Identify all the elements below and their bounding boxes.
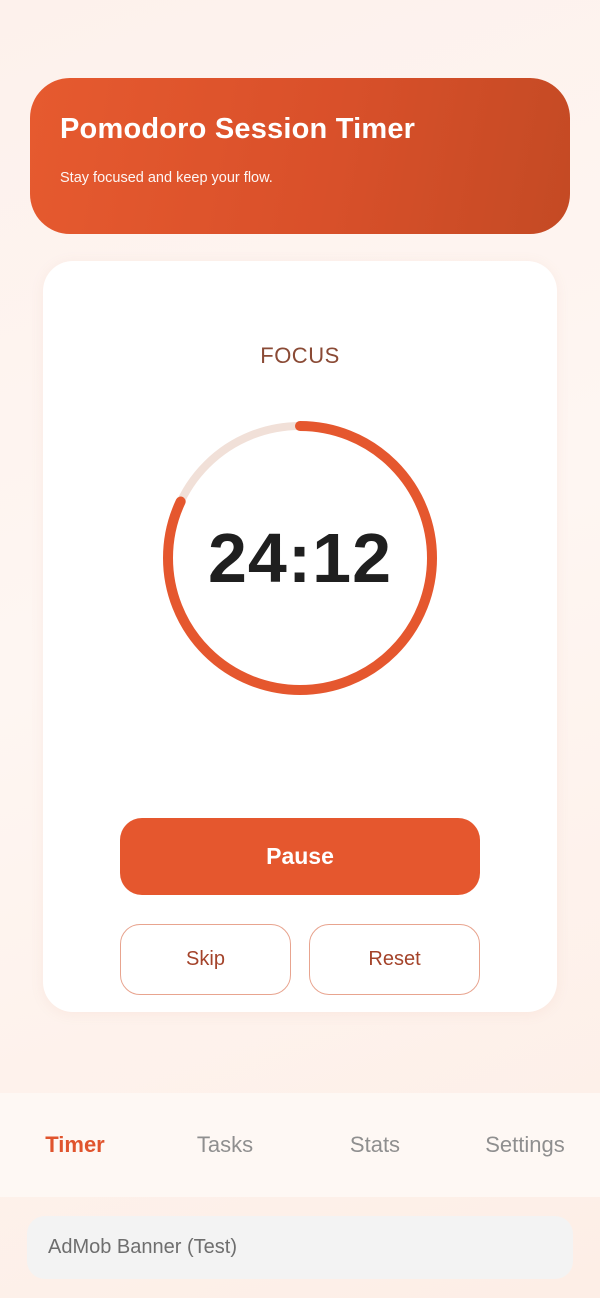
reset-button[interactable]: Reset (309, 924, 480, 995)
tab-timer[interactable]: Timer (0, 1093, 150, 1197)
ad-banner[interactable]: AdMob Banner (Test) (27, 1216, 573, 1279)
timer-mode-label: FOCUS (260, 343, 340, 368)
timer-card: FOCUS 24:12 Pause Skip Reset (43, 261, 557, 1012)
tab-settings[interactable]: Settings (450, 1093, 600, 1197)
timer-progress-ring: 24:12 (160, 418, 440, 698)
tab-tasks[interactable]: Tasks (150, 1093, 300, 1197)
skip-button[interactable]: Skip (120, 924, 291, 995)
page-title: Pomodoro Session Timer (60, 113, 416, 145)
bottom-tab-bar: Timer Tasks Stats Settings (0, 1093, 600, 1197)
header-card: Pomodoro Session Timer Stay focused and … (30, 78, 570, 234)
tab-stats[interactable]: Stats (300, 1093, 450, 1197)
page-subtitle: Stay focused and keep your flow. (60, 169, 273, 186)
pause-button[interactable]: Pause (120, 818, 480, 895)
timer-countdown: 24:12 (207, 519, 393, 597)
